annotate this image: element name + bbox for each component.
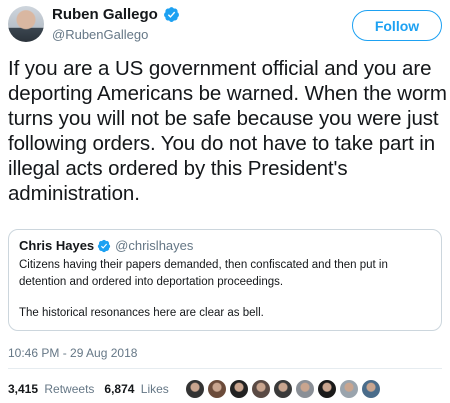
quote-handle: @chrislhayes <box>115 238 194 253</box>
liker-avatar[interactable] <box>338 379 359 399</box>
quote-header: Chris Hayes @chrislhayes <box>19 238 431 253</box>
tweet-timestamp[interactable]: 10:46 PM - 29 Aug 2018 <box>8 346 137 360</box>
follow-button[interactable]: Follow <box>352 10 442 41</box>
liker-avatar[interactable] <box>294 379 315 399</box>
retweets-label: Retweets <box>44 382 95 396</box>
engagement-stats: 3,415 Retweets 6,874 Likes <box>8 379 383 399</box>
liker-avatar[interactable] <box>206 379 227 399</box>
quote-text-1: Citizens having their papers demanded, t… <box>19 259 388 288</box>
liker-avatar[interactable] <box>228 379 249 399</box>
liker-avatar[interactable] <box>360 379 381 399</box>
liker-avatar[interactable] <box>316 379 337 399</box>
divider <box>8 368 442 369</box>
user-handle[interactable]: @RubenGallego <box>52 27 148 42</box>
display-name[interactable]: Ruben Gallego <box>52 6 158 23</box>
retweets-count: 3,415 <box>8 382 39 396</box>
verified-badge-icon <box>163 7 179 22</box>
quote-text-2: The historical resonances here are clear… <box>19 307 264 319</box>
avatar[interactable] <box>8 6 44 42</box>
user-name-row: Ruben Gallego <box>52 6 180 23</box>
liker-avatars <box>184 379 383 399</box>
likes-stat[interactable]: 6,874 Likes <box>104 382 168 396</box>
tweet-header: Ruben Gallego @RubenGallego Follow <box>8 6 442 46</box>
retweets-stat[interactable]: 3,415 Retweets <box>8 382 94 396</box>
liker-avatar[interactable] <box>184 379 205 399</box>
verified-badge-icon <box>98 239 111 252</box>
liker-avatar[interactable] <box>272 379 293 399</box>
liker-avatar[interactable] <box>250 379 271 399</box>
likes-label: Likes <box>140 382 169 396</box>
quote-display-name: Chris Hayes <box>19 238 95 253</box>
tweet-text: If you are a US government official and … <box>8 57 447 205</box>
quoted-tweet[interactable]: Chris Hayes @chrislhayes Citizens having… <box>8 229 442 331</box>
likes-count: 6,874 <box>104 382 135 396</box>
